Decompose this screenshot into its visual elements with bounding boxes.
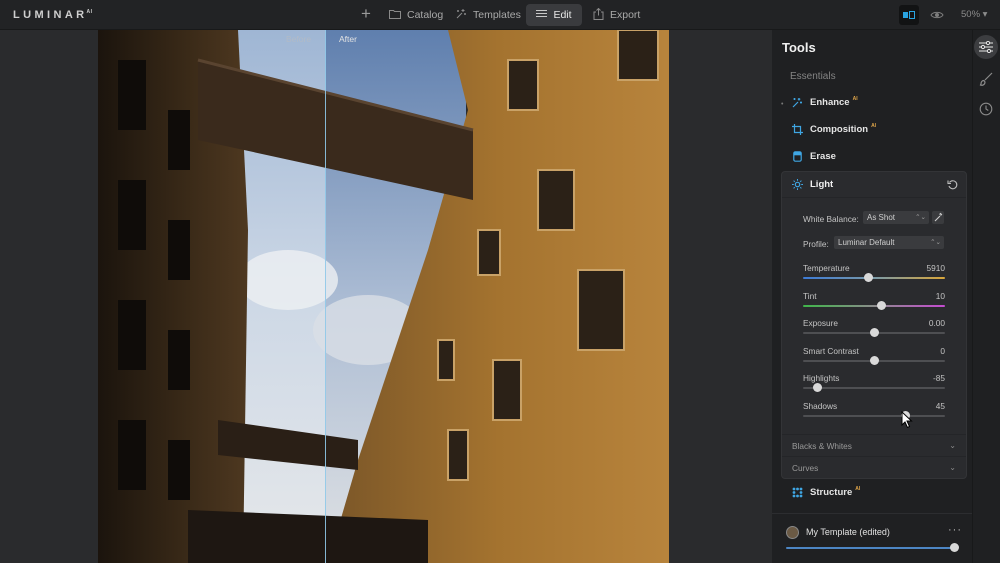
light-title: Light [810,179,834,190]
white-balance-label: White Balance: [803,214,859,224]
side-rail [972,30,1000,563]
reset-icon[interactable] [947,179,958,193]
template-amount-slider[interactable] [786,547,954,549]
slider-knob[interactable] [812,383,822,392]
zoom-level[interactable]: 50% ▾ [961,9,987,20]
section-essentials: Essentials [790,71,836,82]
slider-label: Highlights [803,373,840,383]
slider-temperature[interactable]: Temperature 5910 [803,263,945,285]
slider-smart-contrast[interactable]: Smart Contrast 0 [803,346,945,368]
split-divider[interactable] [325,30,326,563]
slider-knob[interactable] [863,273,873,282]
brush-icon [979,72,993,86]
chevron-down-icon: ⌄ [949,463,956,472]
enhance-icon [788,97,806,108]
nav-edit-label: Edit [553,9,572,21]
slider-highlights[interactable]: Highlights -85 [803,373,945,395]
sliders-icon [979,41,993,53]
history-rail-button[interactable] [974,97,998,121]
slider-track[interactable] [803,387,945,389]
light-tool-header[interactable]: Light [782,172,966,198]
ai-badge: AI [871,123,877,129]
template-name: My Template (edited) [806,527,890,537]
section-curves[interactable]: Curves ⌄ [782,456,966,478]
ai-badge: AI [852,96,858,102]
more-options-icon[interactable]: ··· [948,524,962,536]
panel-title: Tools [782,40,816,55]
tool-structure[interactable]: Structure AI [782,479,966,505]
slider-label: Exposure [803,318,839,328]
nav-export[interactable]: Export [593,4,640,26]
before-after-toggle[interactable] [899,5,919,25]
chevron-down-icon: ⌄ [949,441,956,450]
slider-knob[interactable] [869,328,879,337]
top-bar: LUMINARAI + Catalog Templates Edit Expor… [0,0,1000,30]
updown-chevron-icon: ⌃⌄ [930,239,941,246]
slider-knob[interactable] [876,300,886,310]
template-amount-knob[interactable] [950,543,959,552]
light-tool-panel: Light White Balance: As Shot ⌃⌄ Profile: … [781,171,967,479]
slider-track[interactable] [803,304,945,307]
slider-value: 10 [935,290,945,301]
tools-rail-button[interactable] [974,35,998,59]
nav-templates-label: Templates [473,9,521,21]
slider-knob[interactable] [869,355,879,365]
eraser-icon [788,150,806,162]
sparkle-icon [455,8,467,23]
template-thumbnail [786,525,799,539]
slider-label: Tint [803,290,817,301]
clock-icon [979,102,993,116]
slider-label: Shadows [803,400,838,411]
white-balance-select[interactable]: As Shot ⌃⌄ [863,211,929,224]
profile-select[interactable]: Luminar Default ⌃⌄ [834,236,944,249]
photo[interactable]: Before After [98,30,669,563]
tool-enhance[interactable]: Enhance AI [782,89,966,115]
add-photos-button[interactable]: + [361,4,371,24]
updown-chevron-icon: ⌃⌄ [915,214,926,221]
before-label: Before [286,34,312,44]
slider-value: 0 [940,345,945,356]
ai-badge: AI [855,486,861,492]
slider-value: 5910 [926,263,945,273]
slider-shadows[interactable]: Shadows 45 [803,401,945,423]
eyedropper-button[interactable] [932,211,944,224]
tool-composition[interactable]: Composition AI [782,116,966,142]
sliders-icon [536,9,548,21]
slider-value: 0.00 [928,318,945,328]
divider [772,513,972,514]
slider-track[interactable] [803,414,945,417]
slider-label: Smart Contrast [803,345,859,356]
split-view-icon [903,12,908,18]
export-icon [593,7,604,23]
slider-tint[interactable]: Tint 10 [803,291,945,313]
nav-catalog-label: Catalog [407,9,444,21]
template-row[interactable]: My Template (edited) ··· [786,524,962,540]
slider-value: 45 [935,400,945,411]
sun-icon [788,179,806,190]
nav-export-label: Export [610,9,641,21]
folder-icon [389,9,401,22]
after-label: After [339,34,357,44]
nav-edit[interactable]: Edit [526,4,582,26]
structure-icon [788,487,806,498]
image-canvas: Before After [0,30,772,563]
eyedropper-icon [934,212,943,222]
slider-track[interactable] [803,277,945,279]
nav-catalog[interactable]: Catalog [389,4,443,26]
slider-value: -85 [933,373,945,383]
tool-erase[interactable]: Erase [782,143,966,169]
slider-label: Temperature [803,263,850,273]
nav-templates[interactable]: Templates [455,4,521,26]
slider-exposure[interactable]: Exposure 0.00 [803,318,945,340]
mouse-cursor [901,410,913,434]
tools-panel: Tools Essentials • Enhance AI Composition… [772,30,972,563]
app-logo: LUMINARAI [13,9,93,21]
eye-icon[interactable] [930,8,944,22]
brush-rail-button[interactable] [974,67,998,91]
section-blacks-whites[interactable]: Blacks & Whites ⌄ [782,434,966,456]
profile-label: Profile: [803,239,829,249]
crop-icon [788,123,806,135]
